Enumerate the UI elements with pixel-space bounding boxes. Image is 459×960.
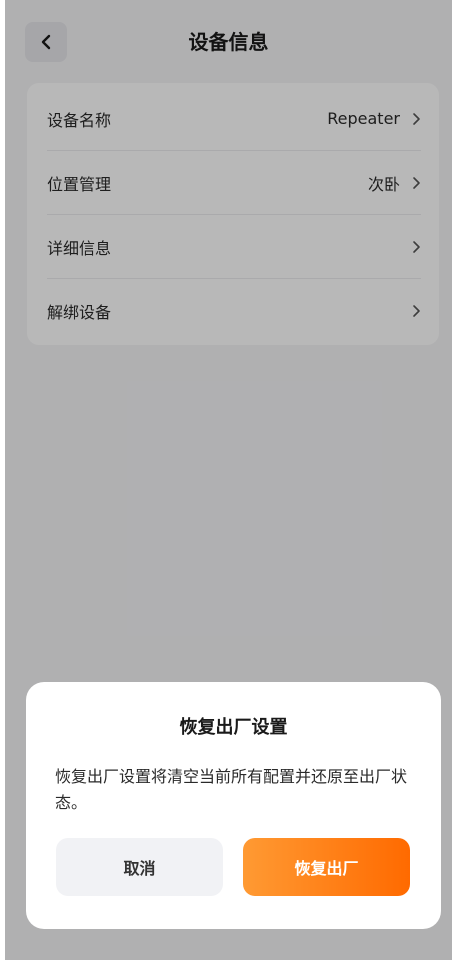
factory-reset-dialog: 恢复出厂设置 恢复出厂设置将清空当前所有配置并还原至出厂状态。 取消 恢复出厂: [26, 682, 441, 929]
dialog-title: 恢复出厂设置: [179, 717, 288, 738]
cancel-button[interactable]: 取消: [56, 838, 223, 896]
factory-reset-button[interactable]: 恢复出厂: [243, 838, 410, 896]
device-info-screen: 设备信息 设备名称 Repeater 位置管理 次卧 详细信息 解绑设备 恢复出…: [5, 0, 452, 960]
dialog-message: 恢复出厂设置将清空当前所有配置并还原至出厂状态。: [55, 767, 408, 812]
